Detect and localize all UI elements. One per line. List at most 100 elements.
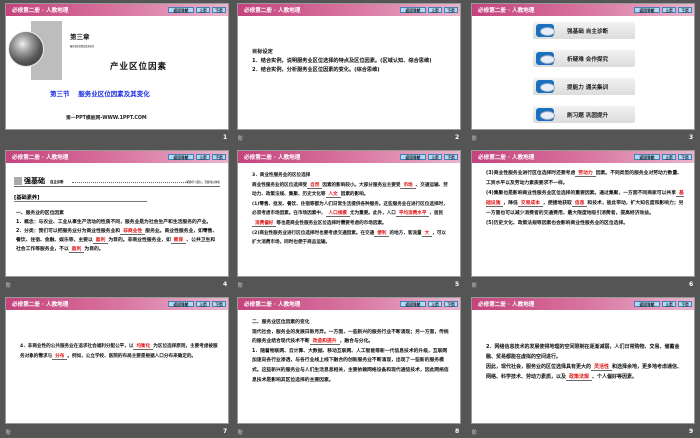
section-nav-button[interactable]: 强基础 自主诊断	[533, 22, 635, 39]
header-title: 必修第二册 · 人教地理	[12, 302, 69, 308]
previous-page-button[interactable]: 上页	[196, 7, 210, 13]
slide-number: 8	[455, 428, 460, 435]
previous-page-button[interactable]: 上页	[196, 301, 210, 307]
back-to-nav-button[interactable]: 返回导航	[168, 7, 194, 13]
section-nav-button[interactable]: 析疑难 合作探究	[533, 50, 635, 67]
answer-blank: 市场	[400, 182, 416, 189]
slide-body-text: (3)商业性服务业进行区位选择时还要考虑 劳动力 因素。不同类型的服务业对劳动力数量…	[486, 169, 684, 229]
text-segment: (2)商业性服务业进行区位选择时也要考虑交通因素。在交通	[252, 230, 375, 236]
cover-footer: 第一PPT模板网-WWW.1PPT.COM	[66, 116, 147, 121]
next-page-button[interactable]: 下页	[444, 154, 458, 160]
next-page-button[interactable]: 下页	[678, 154, 692, 160]
slide-body-text: 3．商业性服务业的区位选择 商业性服务业的区位选择受 自然 因素的影响较小。大部分服务…	[252, 171, 450, 248]
back-to-nav-button[interactable]: 返回导航	[400, 301, 426, 307]
slide-header-bar: 必修第二册 · 人教地理 返回导航 上页 下页	[238, 151, 460, 163]
text-segment: ，降低	[503, 201, 518, 206]
text-segment: 1．随着物联网、云计算、大数据、移动互联网、人工智能等新一代信息技术的升级，互联…	[252, 348, 449, 383]
cover-title: 产业区位因素	[110, 62, 168, 72]
back-to-nav-button[interactable]: 返回导航	[634, 7, 660, 13]
paragraph: 目标设定	[252, 48, 450, 57]
slide-header-bar: 必修第二册 · 人教地理 返回导航 上页 下页	[238, 298, 460, 310]
next-page-button[interactable]: 下页	[212, 7, 226, 13]
text-segment: 的地方，客流量	[389, 230, 422, 236]
paragraph: 2．网络信息技术的发展使得地理的空间限制在逐渐减弱，人们日常购物、交易、储蓄金融…	[486, 342, 684, 362]
slide-thumbnail[interactable]: 必修第二册 · 人教地理 返回导航 上页 下页强基础 自主诊断 析疑难 合作探究 提能力 …	[471, 3, 695, 130]
slide-thumbnail[interactable]: 必修第二册 · 人教地理 返回导航 上页 下页 强基础 自主诊断 明确学习目标，掌握知识体系…	[5, 150, 229, 277]
slide-body-text: 二、服务业区位因素的变化现代社会，服务业的发展日新月异。一方面，一些新兴的服务行…	[252, 318, 450, 385]
next-page-button[interactable]: 下页	[444, 301, 458, 307]
previous-page-button[interactable]: 上页	[428, 301, 442, 307]
text-segment: 2．网络信息技术的发展使得地理的空间限制在逐渐减弱，人们日常购物、交易、储蓄金融…	[486, 344, 680, 360]
animation-icon: 阶	[6, 430, 12, 436]
section-nav-label: 提能力 通关集训	[567, 85, 609, 91]
text-segment: 、居民	[429, 211, 444, 217]
next-page-button[interactable]: 下页	[444, 7, 458, 13]
animation-icon: 阶	[472, 136, 478, 142]
slide-body-text: 4．非商业性的公共服务业在追求社会福利分配公平，以 均衡化 为区位选择原则，主要考虑…	[20, 342, 218, 362]
slide-number: 6	[689, 281, 694, 288]
slide-header-bar: 必修第二册 · 人教地理 返回导航 上页 下页	[6, 298, 228, 310]
text-segment: 1．结合实例，说明服务业区位选择的特点及区位因素。(区域认知、综合思维)	[252, 58, 432, 64]
paragraph: 因此，现代社会，服务业的区位选择具有更大的 灵活性 和选择余地，更多地考虑通信、网络…	[486, 362, 684, 382]
previous-page-button[interactable]: 上页	[196, 154, 210, 160]
previous-page-button[interactable]: 上页	[428, 154, 442, 160]
text-segment: 商业性服务业的区位选择受	[252, 182, 308, 188]
next-page-button[interactable]: 下页	[212, 301, 226, 307]
section-nav-label: 析疑难 合作探究	[567, 57, 609, 63]
cover-photo	[8, 31, 44, 67]
header-title: 必修第二册 · 人教地理	[478, 8, 535, 14]
previous-page-button[interactable]: 上页	[662, 154, 676, 160]
paragraph: (3)商业性服务业进行区位选择时还要考虑 劳动力 因素。不同类型的服务业对劳动力数量…	[486, 169, 684, 189]
text-segment: 因素的影响。	[340, 192, 369, 198]
paragraph: 3．商业性服务业的区位选择	[252, 171, 450, 181]
previous-page-button[interactable]: 上页	[662, 301, 676, 307]
back-to-nav-button[interactable]: 返回导航	[400, 7, 426, 13]
slide-thumbnail[interactable]: 必修第二册 · 人教地理 返回导航 上页 下页 (3)商业性服务业进行区位选择时还要考虑…	[471, 150, 695, 277]
paragraph: 1．概念：与农业、工业从事生产活动的性质不同，服务业是为社会生产和生活服务的产业…	[16, 218, 218, 227]
slide-thumbnail[interactable]: 必修第二册 · 人教地理 返回导航 上页 下页 2．网络信息技术的发展使得地理的空间限制…	[471, 297, 695, 424]
header-title: 必修第二册 · 人教地理	[478, 155, 535, 161]
back-to-nav-button[interactable]: 返回导航	[634, 301, 660, 307]
text-segment: 尤为重要。此外，人口	[349, 211, 396, 217]
back-to-nav-button[interactable]: 返回导航	[400, 154, 426, 160]
back-to-nav-button[interactable]: 返回导航	[168, 154, 194, 160]
text-segment: 一、服务业的区位因素	[16, 211, 64, 216]
banner-square-icon	[14, 177, 22, 185]
swirl-icon	[536, 52, 555, 65]
slide-thumbnail[interactable]: 必修第二册 · 人教地理 返回导航 上页 下页 目标设定 1．结合实例，说明服务业区位选择…	[237, 3, 461, 130]
slide-number: 4	[223, 281, 228, 288]
animation-icon: 阶	[472, 430, 478, 436]
section-title: 第三节 服务业区位因素及其变化	[50, 90, 150, 98]
section-nav-button[interactable]: 提能力 通关集训	[533, 78, 635, 95]
next-page-button[interactable]: 下页	[212, 154, 226, 160]
slide-thumbnail[interactable]: 必修第二册 · 人教地理 返回导航 上页 下页 第三章 服务业区位因素及其变化 产业区位因素…	[5, 3, 229, 130]
previous-page-button[interactable]: 上页	[662, 7, 676, 13]
text-segment: 二、服务业区位因素的变化	[252, 320, 310, 325]
header-title: 必修第二册 · 人教地理	[12, 155, 69, 161]
back-to-nav-button[interactable]: 返回导航	[168, 301, 194, 307]
animation-icon: 阶	[238, 283, 244, 289]
next-page-button[interactable]: 下页	[678, 7, 692, 13]
paragraph: (1)零售、批发、餐饮、住宿等都为人们日常生活提供各种服务。这些服务业在进行区位…	[252, 200, 450, 229]
slide-thumbnail[interactable]: 必修第二册 · 人教地理 返回导航 上页 下页二、服务业区位因素的变化现代社会，服务业…	[237, 297, 461, 424]
banner-dotted-line	[72, 182, 188, 183]
section-nav-button[interactable]: 刷习题 巩固提升	[533, 106, 635, 123]
back-to-nav-button[interactable]: 返回导航	[634, 154, 660, 160]
paragraph: 现代社会，服务业的发展日新月异。一方面，一些新兴的服务行业不断涌现；另一方面，传…	[252, 328, 450, 347]
header-title: 必修第二册 · 人教地理	[244, 155, 301, 161]
slide-thumbnail[interactable]: 必修第二册 · 人教地理 返回导航 上页 下页 4．非商业性的公共服务业在追求社会福利分…	[5, 297, 229, 424]
slide-body-text: 目标设定 1．结合实例，说明服务业区位选择的特点及区位因素。(区域认知、综合思维)…	[252, 48, 450, 75]
previous-page-button[interactable]: 上页	[428, 7, 442, 13]
slide-thumbnail[interactable]: 必修第二册 · 人教地理 返回导航 上页 下页 3．商业性服务业的区位选择 商业性服务业的…	[237, 150, 461, 277]
answer-blank: 盈利	[68, 247, 85, 253]
text-segment: ，融合与分化。	[339, 339, 374, 345]
banner-right-text: 明确学习目标，掌握知识体系	[186, 181, 220, 184]
section-nav-label: 强基础 自主诊断	[567, 29, 609, 35]
answer-blank: 便利	[374, 230, 390, 237]
swirl-icon	[536, 80, 555, 93]
paragraph: (5)历史文化、政策法规等因素也会影响商业性服务业的区位选择。	[486, 219, 684, 229]
answer-blank: 教育	[170, 238, 187, 244]
paragraph: (2)商业性服务业进行区位选择时也要考虑交通因素。在交通 便利 的地方，客流量大，可…	[252, 229, 450, 248]
slide-body-text: 一、服务业的区位因素 1．概念：与农业、工业从事生产活动的性质不同，服务业是为社会…	[16, 209, 218, 254]
next-page-button[interactable]: 下页	[678, 301, 692, 307]
